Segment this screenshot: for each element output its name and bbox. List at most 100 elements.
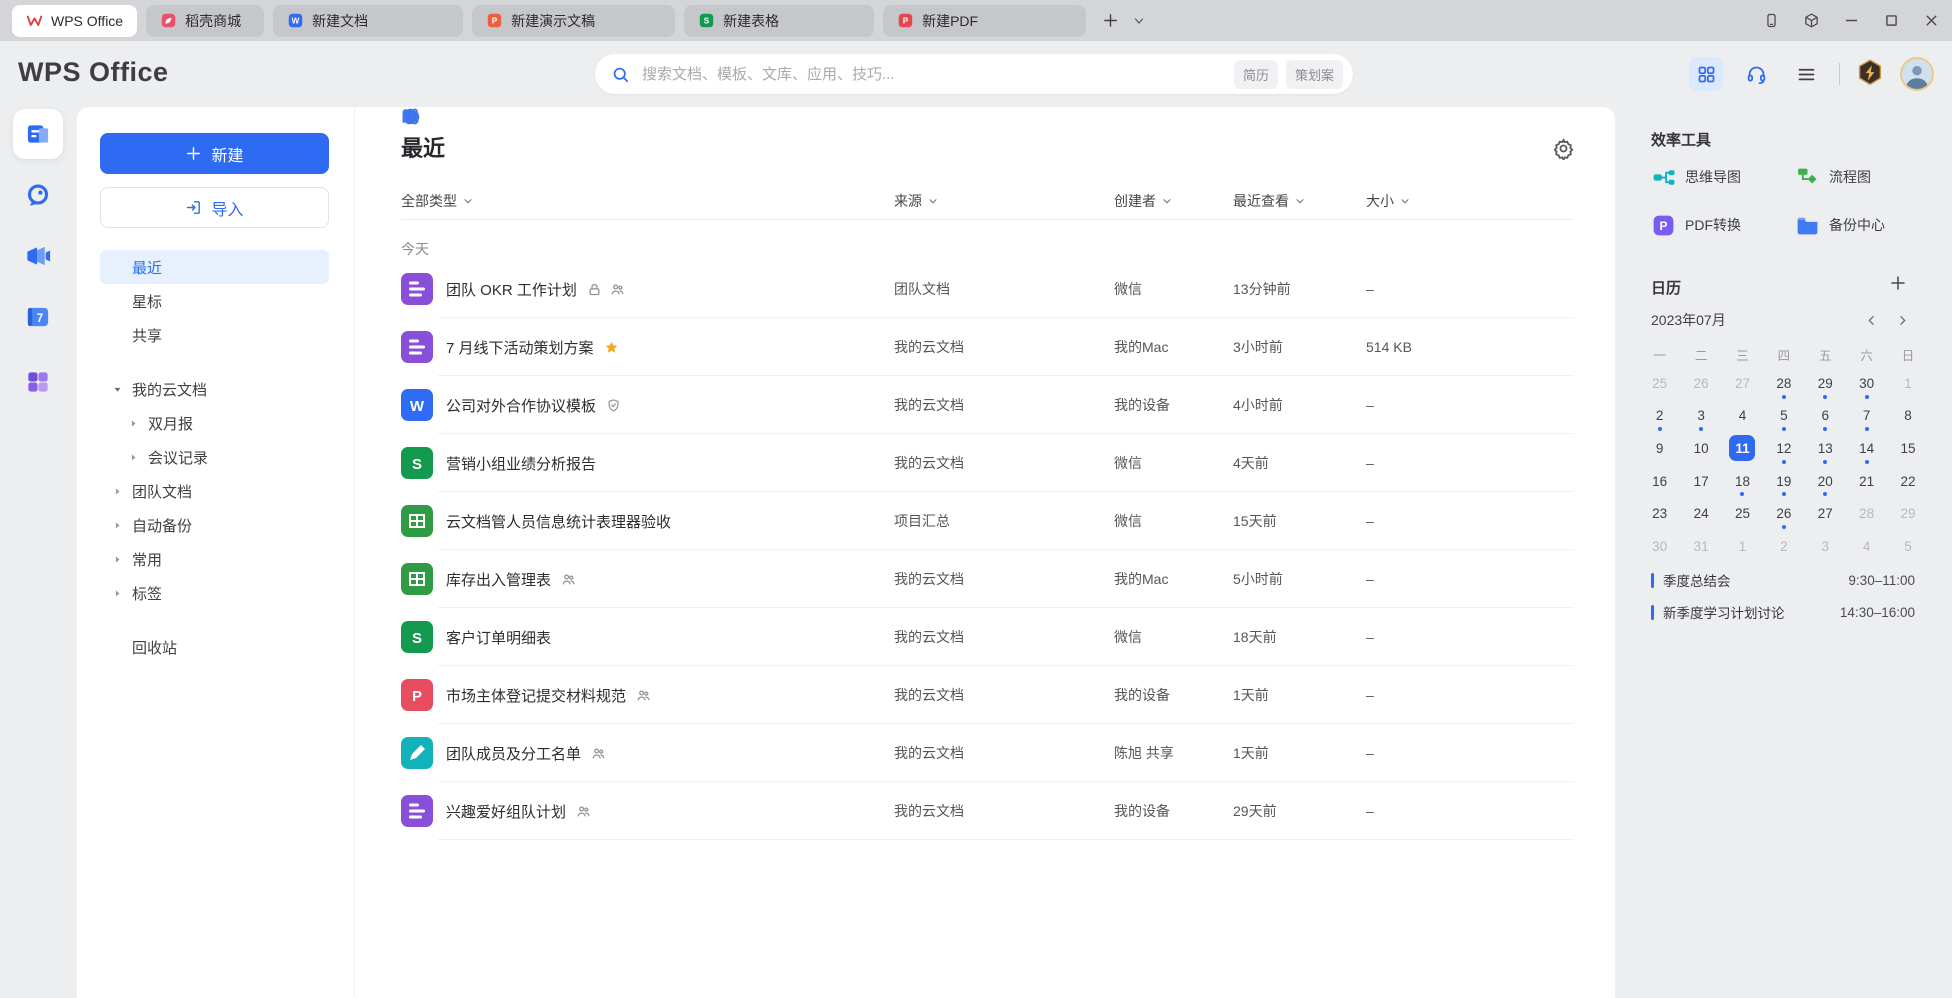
- calendar-day[interactable]: 13: [1805, 432, 1846, 465]
- calendar-add-icon[interactable]: [1889, 274, 1907, 292]
- file-row[interactable]: W公司对外合作协议模板我的云文档我的设备4小时前–: [401, 376, 1574, 434]
- caret-down-icon[interactable]: [112, 384, 123, 395]
- caret-right-icon[interactable]: [112, 520, 123, 531]
- calendar-day[interactable]: 10: [1680, 432, 1721, 465]
- calendar-day[interactable]: 21: [1846, 465, 1887, 498]
- calendar-day[interactable]: 6: [1805, 400, 1846, 433]
- filter-0[interactable]: 全部类型: [401, 191, 474, 211]
- apps-grid-button[interactable]: [1689, 57, 1723, 91]
- calendar-day[interactable]: 1: [1887, 367, 1928, 400]
- search-bar[interactable]: 简历策划案: [595, 54, 1353, 94]
- calendar-event[interactable]: 新季度学习计划讨论14:30–16:00: [1651, 601, 1915, 623]
- calendar-day[interactable]: 31: [1680, 530, 1721, 563]
- sidebar-item-clock[interactable]: 最近: [100, 250, 329, 284]
- calendar-day[interactable]: 22: [1887, 465, 1928, 498]
- file-row[interactable]: P市场主体登记提交材料规范我的云文档我的设备1天前–: [401, 666, 1574, 724]
- tool-mindmap[interactable]: 思维导图: [1651, 163, 1795, 191]
- sidebar-item-tag[interactable]: 标签: [100, 576, 329, 610]
- file-row[interactable]: S客户订单明细表我的云文档微信18天前–: [401, 608, 1574, 666]
- calendar-day-selected[interactable]: 11: [1722, 432, 1763, 465]
- filter-1[interactable]: 来源: [894, 191, 939, 211]
- calendar-day[interactable]: 25: [1639, 367, 1680, 400]
- calendar-day[interactable]: 19: [1763, 465, 1804, 498]
- minimize-button[interactable]: [1838, 8, 1864, 34]
- file-row[interactable]: 7 月线下活动策划方案我的云文档我的Mac3小时前514 KB: [401, 318, 1574, 376]
- caret-right-icon[interactable]: [112, 554, 123, 565]
- sidebar-item-share[interactable]: 共享: [100, 318, 329, 352]
- close-button[interactable]: [1918, 8, 1944, 34]
- calendar-day[interactable]: 29: [1887, 497, 1928, 530]
- tool-pdfconvert[interactable]: PPDF转换: [1651, 211, 1795, 239]
- calendar-day[interactable]: 4: [1722, 400, 1763, 433]
- rail-item-apps[interactable]: [25, 369, 52, 396]
- caret-right-icon[interactable]: [112, 486, 123, 497]
- tab-writer[interactable]: W新建文档: [273, 5, 463, 37]
- calendar-day[interactable]: 14: [1846, 432, 1887, 465]
- calendar-day[interactable]: 30: [1846, 367, 1887, 400]
- file-row[interactable]: 团队 OKR 工作计划团队文档微信13分钟前–: [401, 260, 1574, 318]
- member-badge-icon[interactable]: [1856, 59, 1884, 89]
- tab-wps[interactable]: WPS Office: [12, 5, 137, 37]
- calendar-day[interactable]: 26: [1763, 497, 1804, 530]
- calendar-day[interactable]: 23: [1639, 497, 1680, 530]
- calendar-next-icon[interactable]: [1896, 314, 1909, 327]
- calendar-day[interactable]: 28: [1763, 367, 1804, 400]
- calendar-day[interactable]: 16: [1639, 465, 1680, 498]
- calendar-prev-icon[interactable]: [1865, 314, 1878, 327]
- calendar-day[interactable]: 1: [1722, 530, 1763, 563]
- search-input[interactable]: [640, 65, 1226, 84]
- calendar-day[interactable]: 5: [1887, 530, 1928, 563]
- new-tab-plus-icon[interactable]: [1102, 12, 1119, 29]
- workspace-box-button[interactable]: [1798, 8, 1824, 34]
- caret-right-icon[interactable]: [128, 452, 139, 463]
- calendar-day[interactable]: 5: [1763, 400, 1804, 433]
- new-document-button[interactable]: 新建: [100, 133, 329, 174]
- calendar-day[interactable]: 3: [1805, 530, 1846, 563]
- calendar-day[interactable]: 7: [1846, 400, 1887, 433]
- menu-button[interactable]: [1789, 57, 1823, 91]
- sidebar-item-team[interactable]: 团队文档: [100, 474, 329, 508]
- tool-flowchart[interactable]: 流程图: [1795, 163, 1939, 191]
- user-avatar[interactable]: [1900, 57, 1934, 91]
- sidebar-item-folder[interactable]: 会议记录: [100, 440, 329, 474]
- calendar-day[interactable]: 20: [1805, 465, 1846, 498]
- tab-sheet[interactable]: S新建表格: [684, 5, 874, 37]
- file-row[interactable]: 兴趣爱好组队计划我的云文档我的设备29天前–: [401, 782, 1574, 840]
- search-tag-chip[interactable]: 策划案: [1286, 60, 1343, 89]
- sidebar-item-star[interactable]: 星标: [100, 284, 329, 318]
- support-button[interactable]: [1739, 57, 1773, 91]
- caret-right-icon[interactable]: [128, 418, 139, 429]
- sidebar-item-kite[interactable]: 常用: [100, 542, 329, 576]
- calendar-day[interactable]: 18: [1722, 465, 1763, 498]
- calendar-day[interactable]: 2: [1639, 400, 1680, 433]
- file-row[interactable]: S营销小组业绩分析报告我的云文档微信4天前–: [401, 434, 1574, 492]
- rail-item-messages[interactable]: [25, 182, 52, 209]
- calendar-day[interactable]: 2: [1763, 530, 1804, 563]
- calendar-day[interactable]: 4: [1846, 530, 1887, 563]
- file-row[interactable]: 云文档管人员信息统计表理器验收项目汇总微信15天前–: [401, 492, 1574, 550]
- maximize-button[interactable]: [1878, 8, 1904, 34]
- calendar-day[interactable]: 29: [1805, 367, 1846, 400]
- tab-docer[interactable]: 稻壳商城: [146, 5, 264, 37]
- calendar-day[interactable]: 27: [1722, 367, 1763, 400]
- calendar-day[interactable]: 27: [1805, 497, 1846, 530]
- calendar-day[interactable]: 17: [1680, 465, 1721, 498]
- calendar-day[interactable]: 15: [1887, 432, 1928, 465]
- rail-item-meeting[interactable]: [25, 243, 52, 270]
- sidebar-item-folder-open[interactable]: 我的云文档: [100, 372, 329, 406]
- calendar-day[interactable]: 3: [1680, 400, 1721, 433]
- calendar-day[interactable]: 28: [1846, 497, 1887, 530]
- caret-right-icon[interactable]: [112, 588, 123, 599]
- calendar-day[interactable]: 30: [1639, 530, 1680, 563]
- calendar-day[interactable]: 9: [1639, 432, 1680, 465]
- tab-ppt[interactable]: P新建演示文稿: [472, 5, 675, 37]
- calendar-day[interactable]: 8: [1887, 400, 1928, 433]
- sidebar-item-cloud-backup[interactable]: 自动备份: [100, 508, 329, 542]
- calendar-day[interactable]: 26: [1680, 367, 1721, 400]
- calendar-day[interactable]: 12: [1763, 432, 1804, 465]
- filter-4[interactable]: 大小: [1366, 191, 1411, 211]
- sidebar-item-trash[interactable]: 回收站: [100, 630, 329, 664]
- mobile-link-button[interactable]: [1758, 8, 1784, 34]
- filter-2[interactable]: 创建者: [1114, 191, 1173, 211]
- sidebar-item-folder[interactable]: 双月报: [100, 406, 329, 440]
